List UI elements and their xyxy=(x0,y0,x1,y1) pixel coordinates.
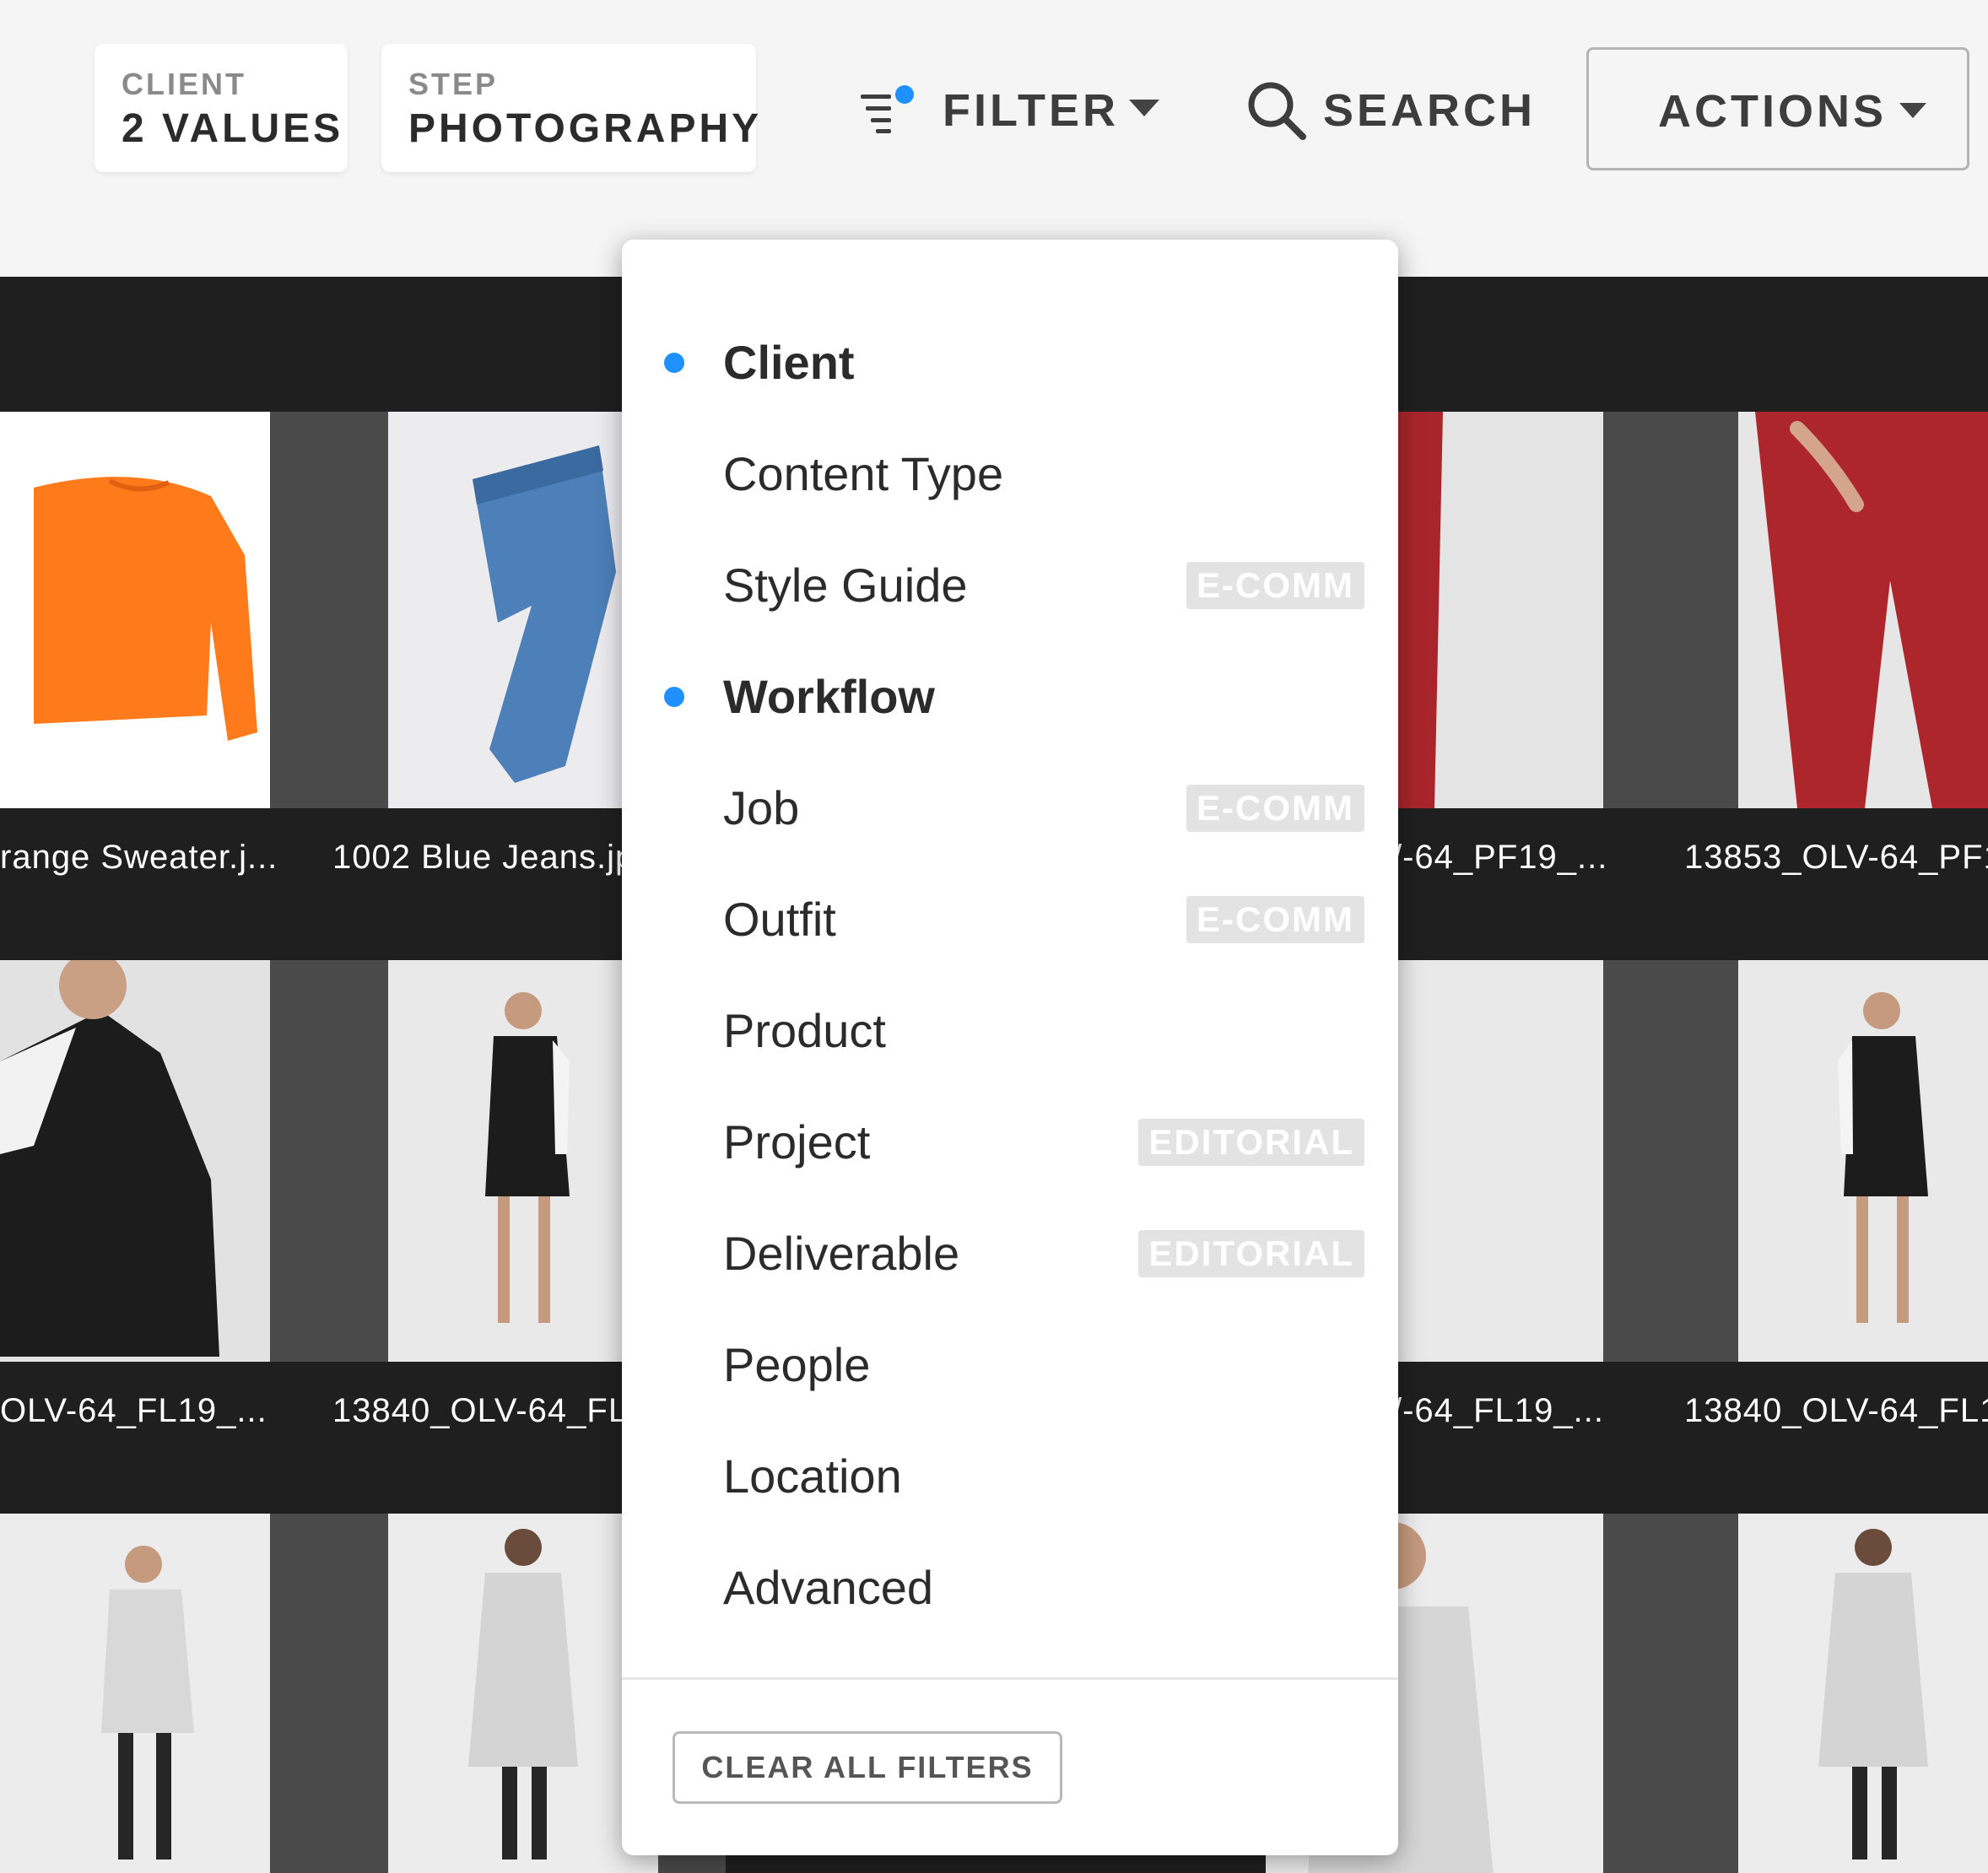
e-comm-badge: E-COMM xyxy=(1186,785,1364,832)
clear-all-filters-button[interactable]: CLEAR ALL FILTERS xyxy=(673,1731,1062,1804)
filter-option-label: Client xyxy=(723,336,855,389)
asset-thumbnail[interactable] xyxy=(1671,960,1988,1362)
filter-option-label: Deliverable xyxy=(723,1227,960,1280)
e-comm-badge: E-COMM xyxy=(1186,562,1364,609)
client-chip-label: CLIENT xyxy=(122,67,246,101)
toolbar: CLIENT 2 VALUES STEP PHOTOGRAPHY FILTER … xyxy=(0,0,1988,277)
filter-option-label: People xyxy=(723,1338,871,1391)
menu-divider xyxy=(622,1677,1398,1680)
model-knit-image xyxy=(0,1514,270,1873)
filter-option-product[interactable]: Product xyxy=(622,974,1398,1085)
chevron-down-icon xyxy=(1129,100,1159,116)
blue-jeans-image xyxy=(388,412,658,808)
filter-option-people[interactable]: People xyxy=(622,1308,1398,1419)
filter-option-label: Outfit xyxy=(723,893,836,946)
filter-option-location[interactable]: Location xyxy=(622,1419,1398,1530)
step-chip-label: STEP xyxy=(408,67,499,101)
filter-option-content-type[interactable]: Content Type xyxy=(622,417,1398,528)
actions-label: ACTIONS xyxy=(1658,86,1887,137)
model-knit-image xyxy=(388,1514,658,1873)
client-chip-value: 2 VALUES xyxy=(122,106,344,151)
active-filter-indicator xyxy=(664,687,684,707)
black-dress-image xyxy=(0,960,270,1362)
model-black-dress-image xyxy=(1738,960,1988,1362)
asset-caption: 1002 Blue Jeans.jp xyxy=(332,839,635,876)
asset-thumbnail[interactable] xyxy=(1671,1514,1988,1873)
filter-option-label: Project xyxy=(723,1115,871,1169)
filter-option-label: Advanced xyxy=(723,1561,934,1614)
asset-caption: OLV-64_FL19_... xyxy=(0,1392,267,1429)
active-filter-indicator xyxy=(664,353,684,373)
asset-thumbnail[interactable] xyxy=(0,1514,338,1873)
filter-option-label: Content Type xyxy=(723,447,1004,500)
asset-caption: 13840_OLV-64_FL1 xyxy=(332,1392,648,1429)
search-icon xyxy=(1248,82,1306,140)
filter-option-label: Style Guide xyxy=(723,559,968,612)
chevron-down-icon xyxy=(1899,103,1926,118)
filter-button[interactable]: FILTER xyxy=(852,71,1190,152)
filter-option-style-guide[interactable]: Style Guide E-COMM xyxy=(622,528,1398,640)
asset-thumbnail[interactable] xyxy=(1671,412,1988,808)
search-button[interactable]: SEARCH xyxy=(1245,71,1532,152)
filter-option-workflow[interactable]: Workflow xyxy=(622,640,1398,751)
filter-icon xyxy=(861,85,914,133)
filter-option-label: Workflow xyxy=(723,670,935,723)
editorial-badge: EDITORIAL xyxy=(1138,1119,1364,1166)
asset-thumbnail[interactable] xyxy=(0,960,338,1362)
filter-label: FILTER xyxy=(943,85,1119,136)
asset-thumbnail[interactable] xyxy=(0,412,338,808)
filter-option-label: Product xyxy=(723,1004,886,1057)
step-filter-chip[interactable]: STEP PHOTOGRAPHY xyxy=(381,44,763,172)
red-pants-image xyxy=(1738,412,1988,808)
asset-caption: /-64_FL19_... xyxy=(1392,1392,1604,1429)
client-filter-chip[interactable]: CLIENT 2 VALUES xyxy=(95,44,348,172)
filter-option-label: Location xyxy=(723,1449,902,1503)
filter-dropdown-menu: Client Content Type Style Guide E-COMM W… xyxy=(622,240,1398,1855)
filter-option-client[interactable]: Client xyxy=(622,305,1398,417)
orange-sweater-image xyxy=(0,412,270,808)
model-black-dress-image xyxy=(388,960,658,1362)
search-label: SEARCH xyxy=(1323,85,1537,136)
asset-caption: range Sweater.j... xyxy=(0,839,278,876)
filter-option-project[interactable]: Project EDITORIAL xyxy=(622,1085,1398,1196)
actions-button[interactable]: ACTIONS xyxy=(1586,47,1969,170)
filter-option-job[interactable]: Job E-COMM xyxy=(622,751,1398,862)
e-comm-badge: E-COMM xyxy=(1186,896,1364,943)
editorial-badge: EDITORIAL xyxy=(1138,1230,1364,1277)
model-knit-image xyxy=(1738,1514,1988,1873)
asset-caption: 13853_OLV-64_PF1 xyxy=(1684,839,1988,876)
filter-option-deliverable[interactable]: Deliverable EDITORIAL xyxy=(622,1196,1398,1308)
asset-caption: 13840_OLV-64_FL1 xyxy=(1684,1392,1988,1429)
filter-option-outfit[interactable]: Outfit E-COMM xyxy=(622,862,1398,974)
asset-caption: /-64_PF19_... xyxy=(1392,839,1608,876)
step-chip-value: PHOTOGRAPHY xyxy=(408,106,763,151)
filter-option-label: Job xyxy=(723,781,800,834)
filter-option-advanced[interactable]: Advanced xyxy=(622,1530,1398,1642)
